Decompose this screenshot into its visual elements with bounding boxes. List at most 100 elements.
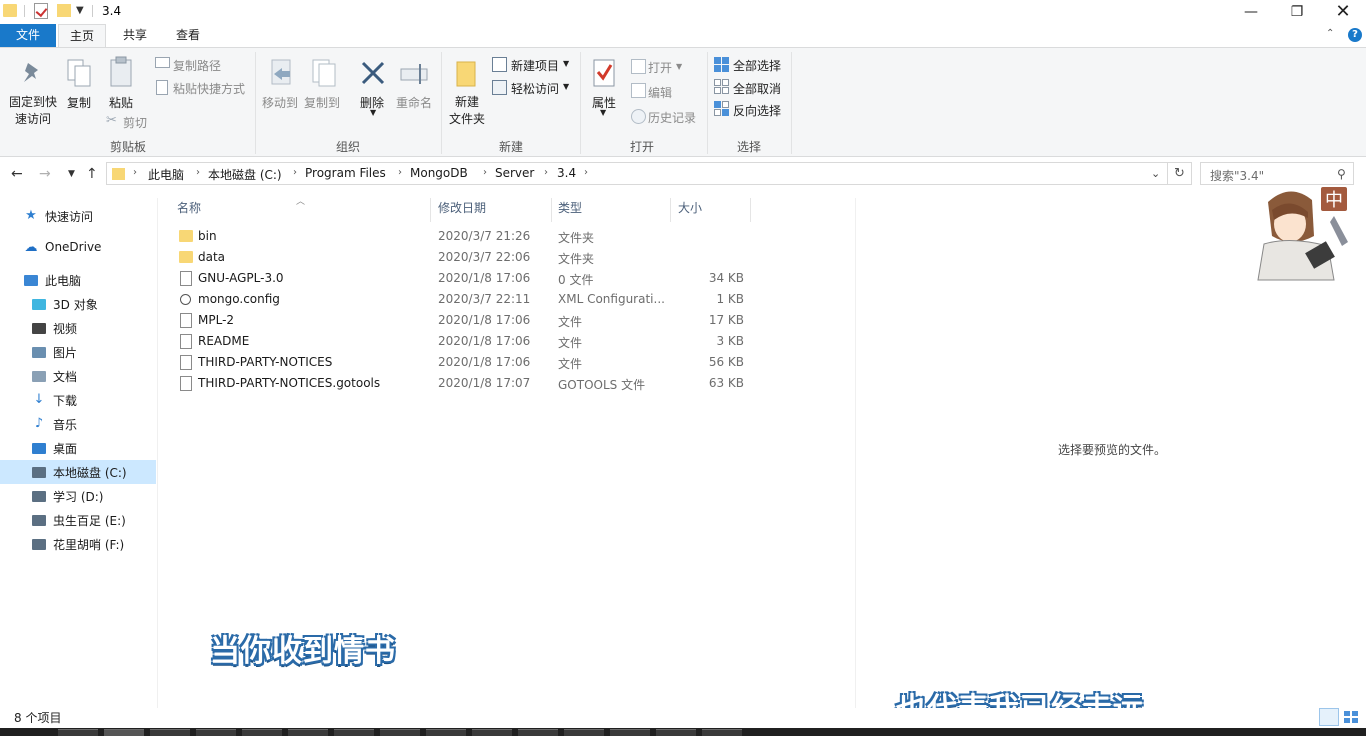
column-header-date[interactable]: 修改日期 (438, 199, 486, 223)
file-row[interactable]: MPL-2 2020/1/8 17:06 文件 17 KB (176, 310, 776, 331)
breadcrumb-separator-icon[interactable]: › (293, 167, 297, 178)
column-divider[interactable] (551, 198, 552, 222)
sidebar-item[interactable]: 此电脑 (0, 268, 156, 292)
details-view-icon[interactable] (1319, 708, 1339, 726)
file-name: README (198, 334, 250, 348)
tab-view[interactable]: 查看 (166, 24, 210, 47)
column-header-type[interactable]: 类型 (558, 199, 582, 223)
file-row[interactable]: THIRD-PARTY-NOTICES 2020/1/8 17:06 文件 56 KB (176, 352, 776, 373)
breadcrumb-server[interactable]: Server (495, 166, 534, 180)
sidebar-item[interactable]: 图片 (0, 340, 156, 364)
up-arrow-icon[interactable]: ↑ (86, 166, 98, 182)
file-row[interactable]: bin 2020/3/7 21:26 文件夹 (176, 226, 776, 247)
breadcrumb-separator-icon[interactable]: › (584, 167, 588, 178)
breadcrumb-program-files[interactable]: Program Files (305, 166, 386, 180)
new-item-icon (492, 57, 507, 72)
file-date: 2020/1/8 17:06 (438, 271, 531, 285)
taskbar-item[interactable] (104, 729, 144, 736)
help-icon[interactable]: ? (1348, 28, 1362, 42)
breadcrumb-drive-c[interactable]: 本地磁盘 (C:) (208, 166, 282, 183)
copy-label: 复制 (67, 96, 92, 110)
column-divider[interactable] (430, 198, 431, 222)
taskbar-item[interactable] (150, 729, 190, 736)
taskbar-item[interactable] (518, 729, 558, 736)
new-item-dropdown-chevron-icon: ▼ (563, 59, 570, 68)
sidebar-item[interactable]: 学习 (D:) (0, 484, 156, 508)
sidebar-item[interactable]: 花里胡哨 (F:) (0, 532, 156, 556)
sidebar-item[interactable]: 文档 (0, 364, 156, 388)
customize-quick-access-chevron-icon[interactable]: ▼ (76, 5, 84, 16)
easy-access-icon (492, 80, 507, 95)
forward-arrow-icon[interactable]: → (39, 166, 51, 182)
file-row[interactable]: data 2020/3/7 22:06 文件夹 (176, 247, 776, 268)
taskbar-item[interactable] (380, 729, 420, 736)
tab-file[interactable]: 文件 (0, 24, 56, 47)
sidebar-item[interactable]: ☁ OneDrive (0, 236, 156, 260)
desktop-icon (32, 443, 46, 454)
breadcrumb-separator-icon[interactable]: › (133, 167, 137, 178)
collapse-ribbon-chevron-icon[interactable]: ⌃ (1326, 28, 1334, 39)
properties-quick-access-icon[interactable] (34, 3, 48, 19)
recent-locations-chevron-icon[interactable]: ▼ (68, 169, 75, 179)
taskbar-item[interactable] (58, 729, 98, 736)
sidebar-item[interactable]: ♪ 音乐 (0, 412, 156, 436)
breadcrumb-mongodb[interactable]: MongoDB (410, 166, 468, 180)
tab-share[interactable]: 共享 (112, 24, 158, 47)
column-header-size[interactable]: 大小 (678, 199, 702, 223)
file-row[interactable]: README 2020/1/8 17:06 文件 3 KB (176, 331, 776, 352)
sidebar-item[interactable]: 本地磁盘 (C:) (0, 460, 156, 484)
taskbar-item[interactable] (288, 729, 328, 736)
back-arrow-icon[interactable]: ← (11, 166, 23, 182)
close-button[interactable]: ✕ (1320, 0, 1366, 24)
column-header-name[interactable]: 名称 (177, 199, 201, 223)
file-type: 文件夹 (558, 252, 595, 266)
sidebar-item[interactable]: 视频 (0, 316, 156, 340)
restore-button[interactable]: ❐ (1274, 0, 1320, 24)
minimize-button[interactable]: — (1228, 0, 1274, 24)
sidebar-item[interactable]: ★ 快速访问 (0, 204, 156, 228)
column-divider[interactable] (670, 198, 671, 222)
ribbon: 固定到快 速访问 复制 粘贴 复制路径 粘贴快捷方式 ✂ 剪切 剪贴板 移动到 … (0, 47, 1366, 157)
paste-shortcut-icon (156, 80, 168, 95)
tab-home[interactable]: 主页 (58, 24, 106, 47)
cut-label: 剪切 (123, 116, 148, 130)
copy-icon (67, 59, 91, 87)
sidebar-item[interactable]: 3D 对象 (0, 292, 156, 316)
file-row[interactable]: THIRD-PARTY-NOTICES.gotools 2020/1/8 17:0… (176, 373, 776, 394)
taskbar-item[interactable] (656, 729, 696, 736)
divider (580, 52, 581, 154)
taskbar-item[interactable] (472, 729, 512, 736)
taskbar-item[interactable] (334, 729, 374, 736)
address-history-chevron-icon[interactable]: ⌄ (1151, 167, 1160, 180)
file-name: bin (198, 229, 217, 243)
breadcrumb-separator-icon[interactable]: › (398, 167, 402, 178)
breadcrumb-separator-icon[interactable]: › (483, 167, 487, 178)
select-none-icon (714, 79, 729, 94)
clipboard-group-label: 剪贴板 (109, 140, 146, 154)
breadcrumb-current[interactable]: 3.4 (557, 166, 576, 180)
taskbar-item[interactable] (196, 729, 236, 736)
taskbar-item[interactable] (610, 729, 650, 736)
breadcrumb-separator-icon[interactable]: › (196, 167, 200, 178)
file-size: 1 KB (716, 292, 744, 306)
taskbar-item[interactable] (564, 729, 604, 736)
column-divider[interactable] (750, 198, 751, 222)
file-row[interactable]: GNU-AGPL-3.0 2020/1/8 17:06 0 文件 34 KB (176, 268, 776, 289)
taskbar-item[interactable] (702, 729, 742, 736)
large-icons-view-icon[interactable] (1341, 708, 1361, 726)
breadcrumb-this-pc[interactable]: 此电脑 (148, 166, 184, 183)
star-icon: ★ (25, 208, 37, 223)
file-row[interactable]: mongo.config 2020/3/7 22:11 XML Configurat… (176, 289, 776, 310)
breadcrumb-separator-icon[interactable]: › (544, 167, 548, 178)
taskbar-item[interactable] (426, 729, 466, 736)
sidebar-item[interactable]: 虫生百足 (E:) (0, 508, 156, 532)
sidebar-item[interactable]: ↓ 下载 (0, 388, 156, 412)
sidebar-item[interactable]: 桌面 (0, 436, 156, 460)
edit-icon (631, 83, 646, 98)
address-bar[interactable]: › 此电脑 › 本地磁盘 (C:) › Program Files › Mong… (106, 162, 1168, 185)
taskbar-item[interactable] (242, 729, 282, 736)
sidebar-item-label: 本地磁盘 (C:) (53, 466, 127, 480)
new-folder-quick-access-icon[interactable] (57, 4, 71, 17)
refresh-icon[interactable]: ↻ (1168, 162, 1192, 185)
folder-icon (179, 251, 193, 263)
